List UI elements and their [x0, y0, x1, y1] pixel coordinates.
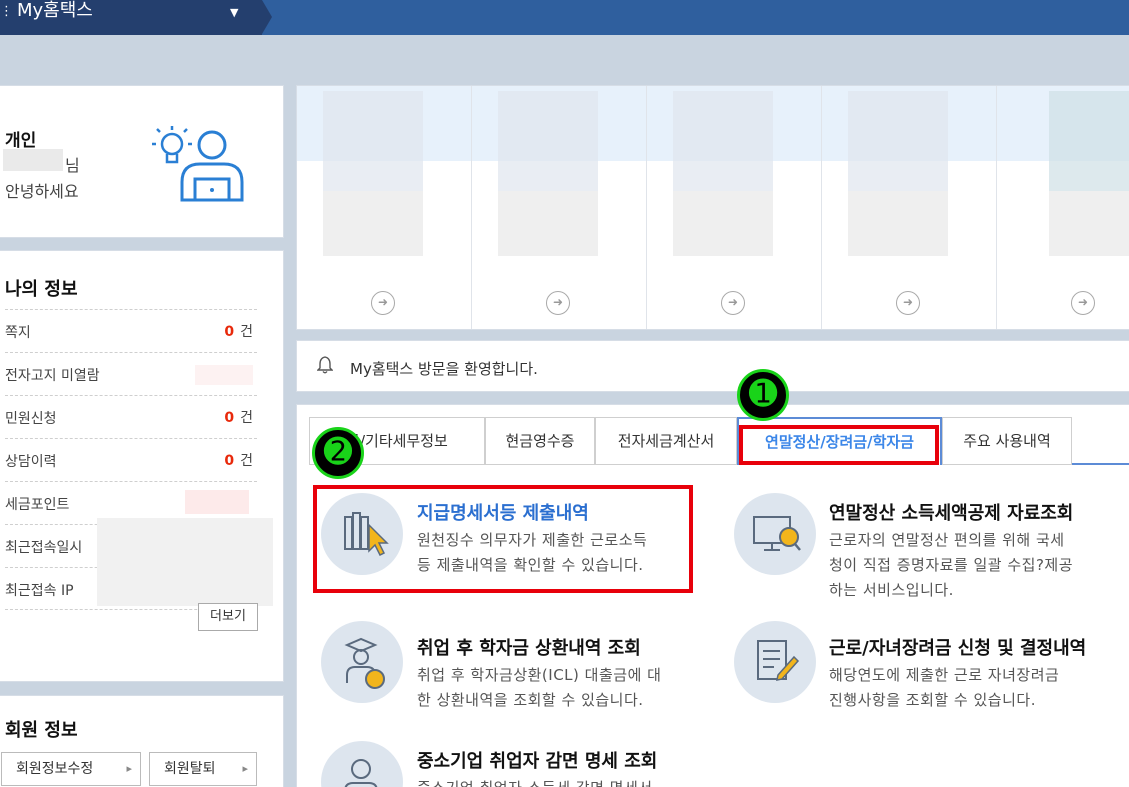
info-label: 쪽지 [5, 325, 31, 341]
member-info-card: 회원 정보 회원정보수정 회원탈퇴 [0, 695, 284, 787]
more-button[interactable]: 더보기 [198, 603, 258, 631]
employee-icon [321, 741, 403, 787]
info-label: 전자고지 미열람 [5, 368, 100, 384]
item-desc: 근로자의 연말정산 편의를 위해 국세 청이 직접 증명자료를 일괄 수집?제공 하… [829, 531, 1074, 599]
notice-bar: My홈택스 방문을 환영합니다. [296, 340, 1129, 392]
info-label: 민원신청 [5, 411, 57, 427]
chevron-down-icon[interactable]: ▼ [230, 6, 238, 19]
highlight-box-item [313, 485, 693, 593]
my-info-card: 나의 정보 쪽지 0건 전자고지 미열람 민원신청 0건 상담이력 0건 세금포… [0, 250, 284, 682]
greeting-card: 개인 님 안녕하세요 [0, 85, 284, 238]
banner-image [1049, 91, 1129, 191]
tab-main-usage-history[interactable]: 주요 사용내역 [942, 417, 1072, 465]
arrow-right-icon[interactable]: ➜ [371, 291, 395, 315]
banner-slot[interactable]: ➜ [822, 86, 997, 329]
petition-count[interactable]: 0건 [224, 407, 253, 427]
banner-image [1049, 191, 1129, 256]
info-row-message[interactable]: 쪽지 0건 [5, 309, 257, 352]
tab-e-tax-invoice[interactable]: 전자세금계산서 [595, 417, 737, 465]
bell-icon [317, 356, 333, 374]
member-info-title: 회원 정보 [5, 720, 78, 741]
info-label: 세금포인트 [5, 497, 70, 513]
banner-image [848, 191, 948, 256]
banner-image [323, 91, 423, 191]
name-suffix: 님 [65, 156, 80, 175]
item-title-earned-income-credit[interactable]: 근로/자녀장려금 신청 및 결정내역 [829, 634, 1086, 660]
info-row-consult-history[interactable]: 상담이력 0건 [5, 438, 257, 481]
item-title-sme-tax-reduction[interactable]: 중소기업 취업자 감면 명세 조회 [417, 747, 657, 773]
arrow-right-icon[interactable]: ➜ [896, 291, 920, 315]
step-1-badge: ➊ [737, 369, 789, 421]
highlight-box-tab [739, 425, 939, 465]
masked-value [195, 365, 253, 385]
banner-image [848, 91, 948, 191]
arrow-right-icon[interactable]: ➜ [1071, 291, 1095, 315]
menu-icon[interactable]: ⋮ [0, 4, 13, 19]
header-band [0, 35, 1129, 85]
masked-value [185, 490, 249, 514]
item-desc: 해당연도에 제출한 근로 자녀장려금 진행사항을 조회할 수 있습니다. [829, 666, 1060, 709]
graduate-coin-icon [321, 621, 403, 703]
banner-slot[interactable]: ➜ [647, 86, 822, 329]
user-type-label: 개인 [5, 131, 37, 151]
item-desc: 취업 후 학자금상환(ICL) 대출금에 대한 상환내역을 조회할 수 있습니다… [417, 666, 662, 709]
message-count[interactable]: 0건 [224, 321, 253, 341]
step-2-badge: ➋ [312, 427, 364, 479]
monitor-search-icon [734, 493, 816, 575]
info-label: 최근접속 IP [5, 583, 74, 599]
edit-member-info-button[interactable]: 회원정보수정 [1, 752, 141, 786]
consult-count[interactable]: 0건 [224, 450, 253, 470]
masked-login-details [97, 518, 273, 606]
top-nav-bar: ⋮ My홈택스 ▼ [0, 0, 1129, 35]
my-hometax-dropdown[interactable]: ⋮ My홈택스 ▼ [0, 0, 272, 35]
withdraw-member-button[interactable]: 회원탈퇴 [149, 752, 257, 786]
document-pen-icon [734, 621, 816, 703]
item-title-year-end-deduction[interactable]: 연말정산 소득세액공제 자료조회 [829, 499, 1073, 525]
service-tabs-panel: 물/기타세무정보 현금영수증 전자세금계산서 연말정산/장려금/학자금 주요 사… [296, 369, 1129, 787]
my-info-title: 나의 정보 [5, 279, 78, 300]
banner-slot[interactable]: ➜ [997, 86, 1129, 329]
arrow-right-icon[interactable]: ➜ [721, 291, 745, 315]
info-row-e-notice[interactable]: 전자고지 미열람 [5, 352, 257, 395]
tab-cash-receipt[interactable]: 현금영수증 [485, 417, 595, 465]
banner-image [673, 191, 773, 256]
banner-carousel: ➜ ➜ ➜ ➜ ➜ [296, 85, 1129, 330]
arrow-right-icon[interactable]: ➜ [546, 291, 570, 315]
info-label: 상담이력 [5, 454, 57, 470]
top-title: My홈택스 [17, 0, 93, 21]
info-row-petition[interactable]: 민원신청 0건 [5, 395, 257, 438]
masked-user-name [3, 149, 63, 171]
banner-image [323, 191, 423, 256]
banner-slot[interactable]: ➜ [472, 86, 647, 329]
notice-text: My홈택스 방문을 환영합니다. [350, 360, 538, 378]
greeting-text: 안녕하세요 [5, 182, 79, 201]
info-label: 최근접속일시 [5, 540, 83, 556]
banner-image [673, 91, 773, 191]
user-laptop-icon [152, 126, 244, 202]
banner-slot[interactable]: ➜ [297, 86, 472, 329]
banner-image [498, 91, 598, 191]
banner-image [498, 191, 598, 256]
item-title-student-loan[interactable]: 취업 후 학자금 상환내역 조회 [417, 634, 641, 660]
item-desc: 중소기업 취업자 소득세 감면 명세서 [417, 776, 653, 787]
